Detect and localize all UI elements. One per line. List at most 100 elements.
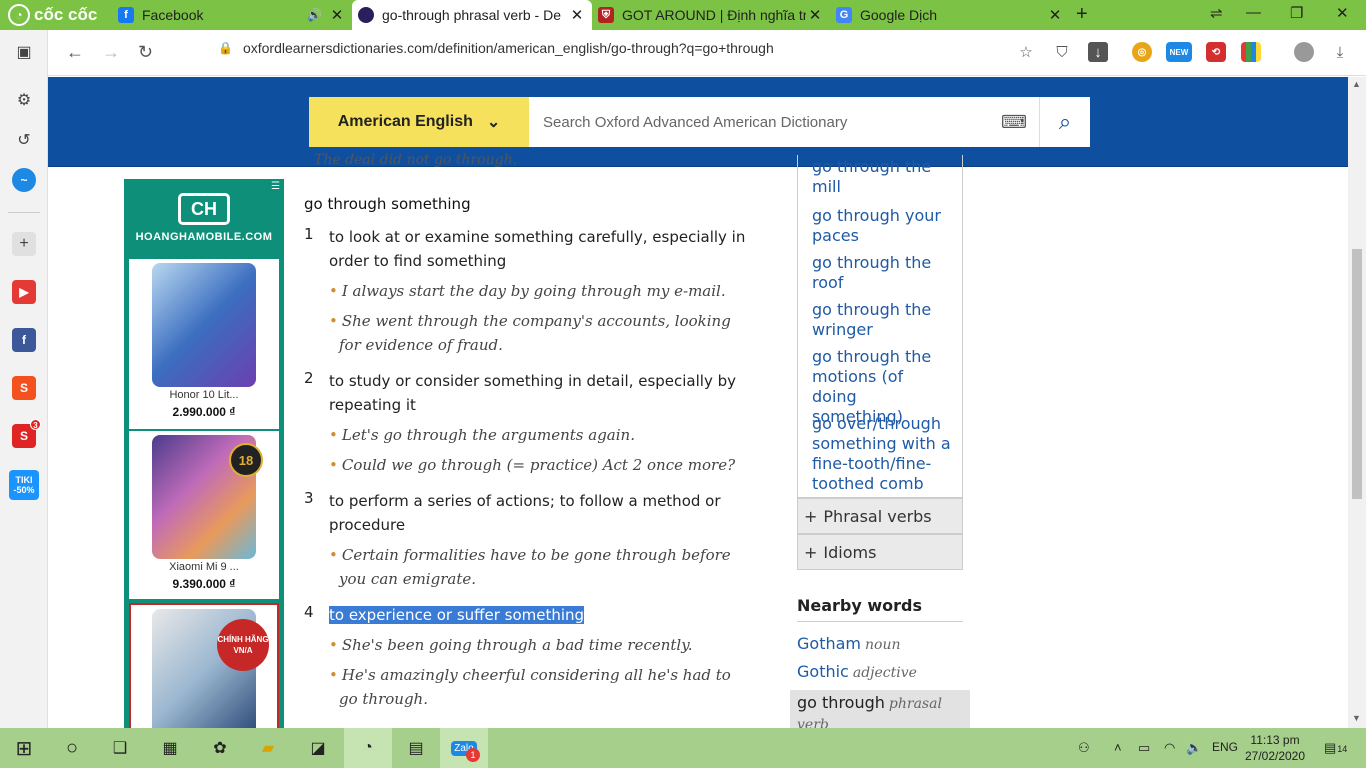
nearby-word-link[interactable]: Gothic adjective [797,662,917,681]
windows-start-icon[interactable]: ⊞ [10,734,38,762]
network-app-icon[interactable]: ✿ [206,734,234,762]
facebook-icon[interactable]: f [12,328,36,352]
close-tab-icon[interactable]: ✕ [806,6,824,24]
show-hidden-icons[interactable]: ˄ [1114,740,1122,755]
task-view-icon[interactable]: ❑ [106,734,134,762]
toggle-icon[interactable]: ▣ [12,40,36,64]
idiom-link[interactable]: go through the mill [812,157,952,197]
settings-icon[interactable]: ⚙ [12,88,36,112]
battery-icon[interactable]: ▭ [1138,740,1150,756]
nearby-word-current[interactable]: go through phrasal verb [790,690,970,728]
search-icon: ⌕ [1058,109,1072,134]
idiom-link[interactable]: go over/through something with a fine-to… [812,414,952,494]
multicolor-extension-icon[interactable] [1241,42,1261,62]
plus-icon: + [804,506,818,526]
idiom-link[interactable]: go through the roof [812,253,952,293]
ad-logo: CH HOANGHAMOBILE.COM [124,179,284,257]
notification-badge: 3 [30,419,41,430]
tab-bar: ◔ cốc cốc f Facebook 🔊 ✕ go-through phra… [0,0,1366,30]
restore-icon[interactable]: ❐ [1290,4,1303,22]
tab-facebook[interactable]: f Facebook 🔊 ✕ [112,0,352,30]
tab-oxford[interactable]: go-through phrasal verb - De ✕ [352,0,592,30]
keyboard-icon[interactable]: ⌨ [989,97,1039,147]
tab-google-translate[interactable]: G Google Dịch ✕ [830,0,1070,30]
app-taskbar-icon[interactable]: ▤ [402,734,430,762]
scrollbar-thumb[interactable] [1352,249,1362,499]
sendo-icon[interactable]: 3S [12,419,41,448]
youtube-icon[interactable]: ▶ [12,280,36,304]
coccoc-extension-icon[interactable]: ◎ [1132,42,1152,62]
ad-product-name: Xiaomi Mi 9 ... [169,561,239,573]
new-extension-icon[interactable]: NEW [1166,42,1192,62]
tab-title: Google Dịch [860,7,938,23]
idiom-link[interactable]: go through the wringer [812,300,952,340]
lock-icon: 🔒 [218,41,233,55]
windows-taskbar: ⊞ ○ ❑ ▦ ✿ ▰ ◪ ◔ ▤ Zalo 1 ⚇ ˄ ▭ ◠ 🔈 ENG 1… [0,728,1366,768]
page-scrollbar[interactable]: ▲ ▼ [1348,77,1366,728]
example-sentence: • He's amazingly cheerful considering all… [329,666,731,708]
minimize-icon[interactable]: — [1246,4,1261,21]
accordion-label: Idioms [823,542,877,562]
input-language[interactable]: ENG [1212,740,1238,754]
address-bar[interactable]: 🔒 oxfordlearnersdictionaries.com/definit… [218,40,774,56]
sense-definition: to perform a series of actions; to follo… [329,492,721,534]
history-icon[interactable]: ↺ [12,128,36,152]
coccoc-logo[interactable]: ◔ cốc cốc [0,0,112,30]
tab-title: Facebook [142,7,204,23]
action-center-icon[interactable]: ▤14 [1324,740,1347,756]
downloads-arrow-icon[interactable]: ⤓ [1330,42,1350,62]
close-window-icon[interactable]: ✕ [1336,4,1349,22]
new-tab-icon[interactable]: + [1076,3,1088,26]
honor-phone-image [152,263,256,387]
tab-list-icon[interactable]: ⇌ [1210,4,1223,22]
nearby-word-link[interactable]: Gotham noun [797,634,900,653]
add-icon[interactable]: + [12,232,36,256]
sense-number: 4 [304,603,314,621]
file-explorer-icon[interactable]: ▰ [254,734,282,762]
search-box: American English ⌄ Search Oxford Advance… [309,97,1090,147]
ad-product-card[interactable]: Honor 10 Lit... 2.990.000 ₫ [129,259,279,429]
close-tab-icon[interactable]: ✕ [328,6,346,24]
messenger-icon[interactable]: ~ [12,168,36,192]
search-input[interactable]: Search Oxford Advanced American Dictiona… [529,97,989,147]
profile-avatar[interactable] [1294,42,1314,62]
example-sentence: • Certain formalities have to be gone thr… [329,546,731,588]
reload-icon[interactable]: ↻ [138,42,153,63]
paint-app-icon[interactable]: ▦ [156,734,184,762]
people-icon[interactable]: ⚇ [1078,740,1090,756]
scroll-down-icon[interactable]: ▼ [1352,713,1361,723]
forward-icon[interactable]: → [102,42,120,63]
bookmark-star-icon[interactable]: ☆ [1016,42,1036,62]
ad-product-card[interactable]: CHÍNH HÃNG VN/A [129,603,279,728]
back-icon[interactable]: ← [66,42,84,63]
close-tab-icon[interactable]: ✕ [568,6,586,24]
page-viewport: American English ⌄ Search Oxford Advance… [48,77,1366,728]
hoangha-ad[interactable]: ☰ CH HOANGHAMOBILE.COM Honor 10 Lit... 2… [124,179,284,728]
ad-product-card[interactable]: 18 Xiaomi Mi 9 ... 9.390.000 ₫ [129,431,279,599]
close-tab-icon[interactable]: ✕ [1046,6,1064,24]
sticky-notes-icon[interactable]: ◪ [304,734,332,762]
system-clock[interactable]: 11:13 pm 27/02/2020 [1240,732,1310,764]
ad-menu-icon[interactable]: ☰ [271,181,280,192]
dictionary-select[interactable]: American English ⌄ [309,97,529,147]
tab-cambridge[interactable]: ⛨ GOT AROUND | Định nghĩa trong ✕ [592,0,830,30]
scroll-up-icon[interactable]: ▲ [1352,79,1361,89]
zalo-taskbar-icon[interactable]: Zalo 1 [440,728,488,768]
phrasal-verbs-accordion[interactable]: + Phrasal verbs [797,498,963,534]
cortana-search-icon[interactable]: ○ [58,734,86,762]
coccoc-taskbar-icon[interactable]: ◔ [344,728,392,768]
search-button[interactable]: ⌕ [1039,97,1090,147]
idiom-link[interactable]: go through your paces [812,206,952,246]
example-sentence: • Could we go through (= practice) Act 2 … [329,456,736,474]
tiki-icon[interactable]: TIKI -50% [9,470,39,500]
red-extension-icon[interactable]: ⟲ [1206,42,1226,62]
download-icon[interactable]: ↓ [1088,42,1108,62]
url-text[interactable]: oxfordlearnersdictionaries.com/definitio… [243,40,774,56]
speaker-icon[interactable]: 🔊 [307,8,322,22]
shield-icon[interactable]: ⛉ [1052,42,1072,62]
volume-icon[interactable]: 🔈 [1186,740,1202,756]
selected-text[interactable]: to experience or suffer something [329,606,585,624]
shopee-icon[interactable]: S [12,376,36,400]
wifi-icon[interactable]: ◠ [1164,740,1175,756]
idioms-accordion[interactable]: + Idioms [797,534,963,570]
